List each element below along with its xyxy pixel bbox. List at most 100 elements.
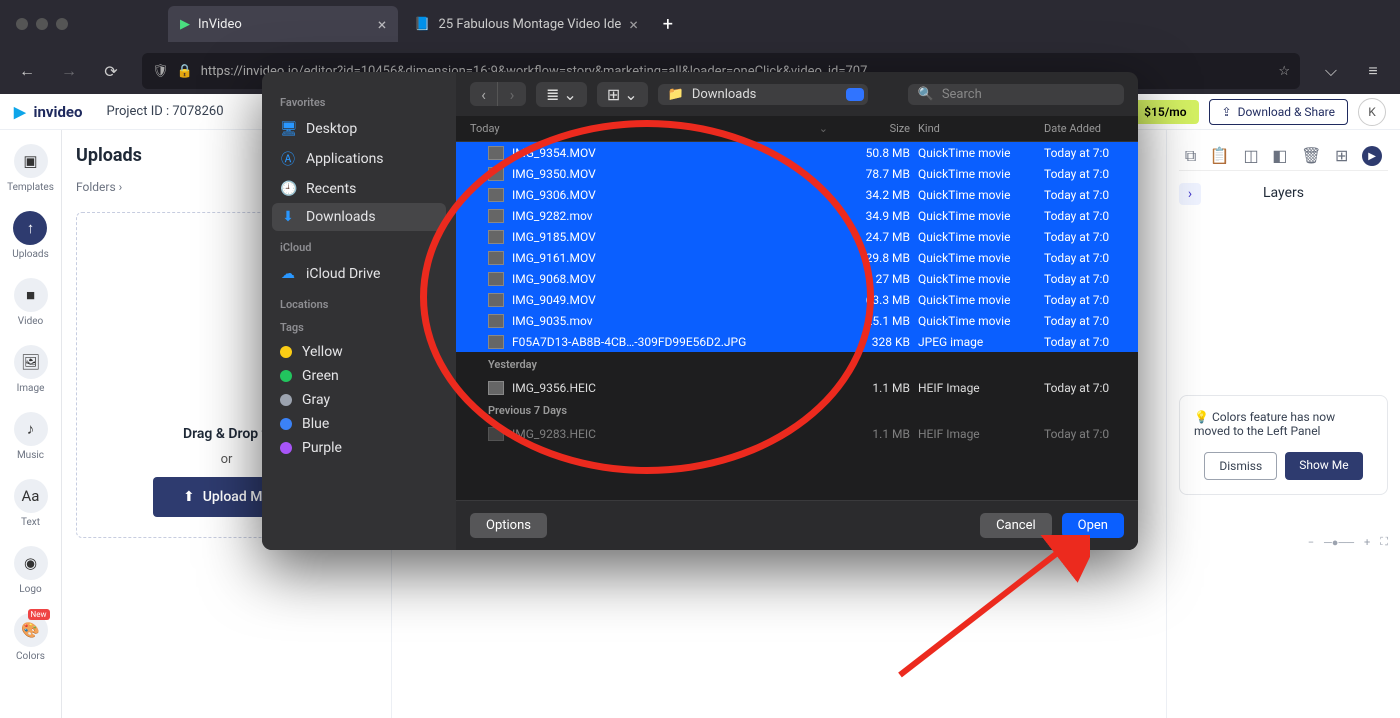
tag-yellow[interactable]: Yellow bbox=[272, 340, 446, 364]
downloads-icon: ⬇ bbox=[280, 209, 296, 225]
file-row[interactable]: IMG_9306.MOV34.2 MBQuickTime movieToday … bbox=[456, 184, 1138, 205]
folder-icon: 📁 bbox=[668, 87, 684, 102]
file-open-dialog: Favorites 🖥Desktop ⒶApplications 🕘Recent… bbox=[262, 72, 1138, 550]
tag-dot-icon bbox=[280, 394, 292, 406]
dialog-toolbar: ‹ › ≣⌄ ⊞⌄ 📁 Downloads 🔍 Search bbox=[456, 72, 1138, 116]
rail-templates[interactable]: ▣Templates bbox=[7, 144, 54, 193]
forward-button[interactable]: → bbox=[52, 54, 86, 88]
logo[interactable]: ▶ invideo bbox=[14, 103, 83, 121]
close-window[interactable] bbox=[16, 18, 28, 30]
trash-icon[interactable]: 🗑 bbox=[1301, 146, 1321, 166]
rail-logo[interactable]: ◉Logo bbox=[14, 546, 48, 595]
copy-icon[interactable]: ⧉ bbox=[1185, 146, 1196, 166]
paste-icon[interactable]: 📋 bbox=[1210, 146, 1230, 166]
avatar[interactable]: K bbox=[1358, 98, 1386, 126]
pocket-icon[interactable]: ⌵ bbox=[1314, 54, 1348, 88]
col-date-header[interactable]: Date Added bbox=[1044, 122, 1124, 135]
minimize-window[interactable] bbox=[36, 18, 48, 30]
uploads-title: Uploads bbox=[76, 145, 142, 166]
templates-icon: ▣ bbox=[14, 144, 48, 178]
reload-button[interactable]: ⟳ bbox=[94, 54, 128, 88]
file-row[interactable]: F05A7D13-AB8B-4CB…-309FD99E56D2.JPG328 K… bbox=[456, 331, 1138, 352]
new-tab-button[interactable]: + bbox=[654, 10, 682, 38]
tag-dot-icon bbox=[280, 418, 292, 430]
grid-icon[interactable]: ⊞ bbox=[1335, 146, 1348, 166]
upload-icon: ⬆ bbox=[183, 489, 195, 505]
open-button[interactable]: Open bbox=[1062, 513, 1124, 538]
tab-label: InVideo bbox=[198, 17, 242, 32]
close-tab-icon[interactable]: × bbox=[629, 15, 638, 34]
fit-icon[interactable]: ⛶ bbox=[1380, 535, 1388, 549]
dismiss-button[interactable]: Dismiss bbox=[1204, 452, 1277, 480]
image-icon: 🖼 bbox=[14, 345, 48, 379]
recents-icon: 🕘 bbox=[280, 181, 296, 197]
file-row[interactable]: IMG_9068.MOV27 MBQuickTime movieToday at… bbox=[456, 268, 1138, 289]
zoom-in-icon[interactable]: + bbox=[1364, 536, 1370, 549]
close-tab-icon[interactable]: × bbox=[378, 15, 387, 34]
dialog-back-icon[interactable]: ‹ bbox=[470, 82, 498, 106]
file-row[interactable]: IMG_9282.mov34.9 MBQuickTime movieToday … bbox=[456, 205, 1138, 226]
rail-colors[interactable]: New🎨Colors bbox=[14, 613, 48, 662]
cancel-button[interactable]: Cancel bbox=[980, 513, 1052, 538]
menu-icon[interactable]: ≡ bbox=[1356, 54, 1390, 88]
file-thumb-icon bbox=[488, 167, 504, 181]
zoom-out-icon[interactable]: − bbox=[1308, 536, 1314, 549]
dialog-forward-icon[interactable]: › bbox=[498, 82, 526, 106]
options-button[interactable]: Options bbox=[470, 513, 547, 538]
rail-music[interactable]: ♪Music bbox=[14, 412, 48, 461]
tag-green[interactable]: Green bbox=[272, 364, 446, 388]
apps-icon: Ⓐ bbox=[280, 149, 296, 169]
section-yesterday: Yesterday bbox=[456, 352, 1138, 377]
show-me-button[interactable]: Show Me bbox=[1285, 452, 1362, 480]
file-row[interactable]: IMG_9049.MOV63.3 MBQuickTime movieToday … bbox=[456, 289, 1138, 310]
sidebar-applications[interactable]: ⒶApplications bbox=[272, 143, 446, 175]
rail-image[interactable]: 🖼Image bbox=[14, 345, 48, 394]
file-row[interactable]: IMG_9350.MOV78.7 MBQuickTime movieToday … bbox=[456, 163, 1138, 184]
tag-blue[interactable]: Blue bbox=[272, 412, 446, 436]
file-thumb-icon bbox=[488, 146, 504, 160]
col-name-header[interactable]: Today⌄ bbox=[470, 122, 828, 135]
logo-icon: ◉ bbox=[14, 546, 48, 580]
back-button[interactable]: ← bbox=[10, 54, 44, 88]
sidebar-downloads[interactable]: ⬇Downloads bbox=[272, 203, 446, 231]
play-icon[interactable]: ▶ bbox=[1362, 146, 1382, 166]
current-folder-dropdown[interactable]: 📁 Downloads bbox=[658, 84, 868, 105]
zoom-slider[interactable]: ─●── bbox=[1324, 536, 1354, 549]
col-size-header[interactable]: Size bbox=[828, 122, 918, 135]
file-row[interactable]: IMG_9354.MOV50.8 MBQuickTime movieToday … bbox=[456, 142, 1138, 163]
sidebar-recents[interactable]: 🕘Recents bbox=[272, 175, 446, 203]
invideo-favicon-icon: ▶ bbox=[180, 17, 190, 32]
collapse-layers-icon[interactable]: › bbox=[1179, 183, 1201, 205]
file-row[interactable]: IMG_9283.HEIC1.1 MBHEIF ImageToday at 7:… bbox=[456, 423, 1138, 444]
file-row[interactable]: IMG_9161.MOV29.8 MBQuickTime movieToday … bbox=[456, 247, 1138, 268]
align-icon[interactable]: ◧ bbox=[1272, 146, 1287, 166]
rail-uploads[interactable]: ↑Uploads bbox=[12, 211, 48, 260]
icloud-heading: iCloud bbox=[280, 241, 446, 254]
file-thumb-icon bbox=[488, 293, 504, 307]
sidebar-desktop[interactable]: 🖥Desktop bbox=[272, 115, 446, 143]
tab-invideo[interactable]: ▶ InVideo × bbox=[168, 6, 398, 42]
music-icon: ♪ bbox=[14, 412, 48, 446]
file-row[interactable]: IMG_9185.MOV24.7 MBQuickTime movieToday … bbox=[456, 226, 1138, 247]
tag-dot-icon bbox=[280, 370, 292, 382]
dialog-footer: Options Cancel Open bbox=[456, 500, 1138, 550]
col-kind-header[interactable]: Kind bbox=[918, 122, 1044, 135]
group-dropdown[interactable]: ⊞⌄ bbox=[597, 82, 648, 107]
file-row[interactable]: IMG_9356.HEIC1.1 MBHEIF ImageToday at 7:… bbox=[456, 377, 1138, 398]
upgrade-button[interactable]: $15/mo bbox=[1132, 100, 1198, 124]
bookmark-star-icon[interactable]: ☆ bbox=[1278, 64, 1290, 79]
tag-purple[interactable]: Purple bbox=[272, 436, 446, 460]
rail-text[interactable]: AaText bbox=[14, 479, 48, 528]
file-thumb-icon bbox=[488, 272, 504, 286]
search-field[interactable]: 🔍 Search bbox=[908, 84, 1124, 105]
tab-montage[interactable]: 📘 25 Fabulous Montage Video Ide × bbox=[402, 6, 650, 42]
tag-gray[interactable]: Gray bbox=[272, 388, 446, 412]
maximize-window[interactable] bbox=[56, 18, 68, 30]
list-view-dropdown[interactable]: ≣⌄ bbox=[536, 82, 587, 107]
download-share-button[interactable]: ⇪ Download & Share bbox=[1209, 99, 1348, 125]
sidebar-icloud-drive[interactable]: ☁iCloud Drive bbox=[272, 260, 446, 288]
lightbulb-icon: 💡 bbox=[1194, 410, 1209, 424]
rail-video[interactable]: ■Video bbox=[14, 278, 48, 327]
duplicate-icon[interactable]: ◫ bbox=[1244, 146, 1259, 166]
file-row[interactable]: IMG_9035.mov25.1 MBQuickTime movieToday … bbox=[456, 310, 1138, 331]
